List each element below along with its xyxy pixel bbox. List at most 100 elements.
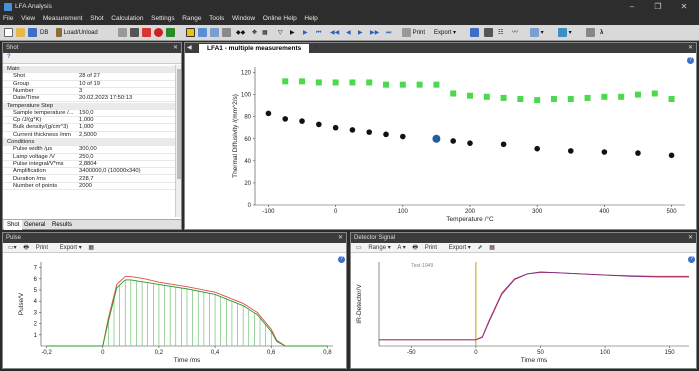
menu-window[interactable]: Window <box>229 14 258 23</box>
range-button[interactable]: ▭ Range ▾ <box>356 245 391 251</box>
export-button[interactable]: Export ▾ <box>434 27 456 39</box>
monitor-icon[interactable] <box>470 27 479 39</box>
property-row: Current thickness /mm 2,5000 <box>3 132 175 139</box>
menu-shot[interactable]: Shot <box>87 14 106 23</box>
highlight-icon[interactable] <box>186 27 195 39</box>
close-icon[interactable]: ✕ <box>688 44 693 51</box>
film-icon[interactable] <box>484 27 493 39</box>
grid-icon[interactable]: ▦ <box>262 27 268 39</box>
load-unload-label: Load/Unload <box>63 30 98 36</box>
chevron-left-icon[interactable]: ◀ <box>187 44 192 51</box>
first-icon[interactable]: ⏮ <box>316 27 321 39</box>
print-button[interactable]: 🖶 Print <box>23 245 48 251</box>
save-icon[interactable] <box>28 27 37 39</box>
copy-icon[interactable] <box>586 27 595 39</box>
lambda-icon[interactable]: λ <box>600 27 603 39</box>
menu-measurement[interactable]: Measurement <box>40 14 86 23</box>
shot-panel-tabs: Shot General Results <box>3 219 181 230</box>
filter-icon[interactable]: ▽ <box>278 27 283 39</box>
section-main[interactable]: Main <box>3 66 175 74</box>
tab-multiple-measurements[interactable]: LFA1 - multiple measurements <box>199 44 310 53</box>
close-icon[interactable]: ✕ <box>688 233 693 243</box>
play-icon[interactable]: ▶ <box>303 27 308 39</box>
maximize-button[interactable]: ❐ <box>646 1 670 13</box>
detector-panel-title: Detector Signal <box>354 235 396 241</box>
scroll-right-icon[interactable]: ▶ <box>290 27 295 39</box>
print-button[interactable]: Print <box>402 27 425 39</box>
export-button[interactable]: Export ▾ <box>55 245 82 251</box>
forward-icon[interactable]: ▶▶ <box>370 27 379 39</box>
fit-icon[interactable] <box>210 27 219 39</box>
data-point-square <box>601 93 608 100</box>
menu-help[interactable]: Help <box>301 14 320 23</box>
menu-calculation[interactable]: Calculation <box>108 14 146 23</box>
menu-view[interactable]: View <box>18 14 38 23</box>
record-icon[interactable] <box>154 27 163 39</box>
series-line <box>379 272 689 341</box>
x-tick-label: 0,6 <box>267 350 276 356</box>
tune-icon[interactable]: ☷ <box>498 27 503 39</box>
tab-shot[interactable]: Shot <box>4 220 23 230</box>
network-icon[interactable]: ▾ <box>530 27 544 39</box>
menu-file[interactable]: File <box>0 14 16 23</box>
menu-tools[interactable]: Tools <box>206 14 227 23</box>
data-point-circle <box>366 129 373 135</box>
data-point-square <box>500 94 507 101</box>
laser-icon[interactable] <box>166 27 175 39</box>
thermal-diffusivity-chart[interactable]: -100 0 100 200 300 400 500 0 20 40 60 80 100 120 Tempe… <box>185 53 696 229</box>
menu-range[interactable]: Range <box>179 14 204 23</box>
zoom-icon[interactable] <box>222 27 231 39</box>
stop-icon[interactable] <box>142 27 151 39</box>
grid-icon[interactable]: ▦ <box>88 245 94 251</box>
property-row: Date/Time 20.02.2023 17:50:13 <box>3 95 175 103</box>
detector-panel-header: Detector Signal ✕ <box>351 233 696 243</box>
vertical-scrollbar[interactable] <box>175 65 181 217</box>
db-label: DB <box>40 30 49 36</box>
detector-chart[interactable]: -50 0 50 100 150 Time /ms IR-Detector/V Test-10… <box>351 254 696 368</box>
menu-online-help[interactable]: Online Help <box>260 14 300 23</box>
close-window-button[interactable]: ✕ <box>672 1 696 13</box>
print-button[interactable]: 🖶 Print <box>412 245 437 251</box>
property-row: Group 10 of 19 <box>3 81 175 88</box>
help-icon[interactable]: ? <box>7 54 11 60</box>
minimize-button[interactable]: – <box>620 1 644 13</box>
close-icon[interactable]: ✕ <box>173 43 178 53</box>
wave-icon[interactable]: 〰 <box>512 27 518 39</box>
x-tick-label: 0,4 <box>211 350 220 356</box>
settings-icon[interactable] <box>130 27 139 39</box>
range-icon[interactable]: ▭▾ <box>8 245 17 251</box>
menu-settings[interactable]: Settings <box>148 14 178 23</box>
window-title: LFA Analysis <box>15 3 52 10</box>
property-row: Number of points 2000 <box>3 183 175 191</box>
sample-icon[interactable] <box>118 27 127 39</box>
grid-icon[interactable]: ▦ <box>489 245 495 251</box>
scrollbar-thumb[interactable] <box>177 69 181 179</box>
previous-icon[interactable]: ◀ <box>346 27 351 39</box>
data-point-circle <box>432 134 441 143</box>
annotation-label: Test-1049 <box>411 263 433 269</box>
section-conditions[interactable]: Conditions <box>3 139 175 147</box>
last-icon[interactable]: ⏭ <box>386 27 391 39</box>
arrows-vertical-icon[interactable]: ✥ <box>252 27 257 39</box>
next-icon[interactable]: ▶ <box>358 27 363 39</box>
new-icon[interactable] <box>4 27 13 39</box>
data-point-circle <box>635 150 641 156</box>
db-button[interactable]: DB <box>40 27 48 39</box>
chart-icon[interactable]: ⬈ <box>477 245 482 251</box>
data-point-circle <box>265 110 272 117</box>
export-button[interactable]: Export ▾ <box>444 245 471 251</box>
tab-general[interactable]: General <box>21 220 48 230</box>
close-icon[interactable]: ✕ <box>338 233 343 243</box>
rewind-icon[interactable]: ◀◀ <box>330 27 339 39</box>
arrows-horizontal-icon[interactable]: ◆◆ <box>236 27 245 39</box>
tab-results[interactable]: Results <box>49 220 75 230</box>
open-icon[interactable] <box>16 27 25 39</box>
axis-icon[interactable]: A ▾ <box>397 245 405 251</box>
chart-icon[interactable] <box>198 27 207 39</box>
tab-close-icon[interactable]: ✕ <box>313 44 318 51</box>
section-temperature-step[interactable]: Temperature Step <box>3 102 175 110</box>
pulse-chart[interactable]: -0,2 0 0,2 0,4 0,6 0,8 1 2 3 4 5 6 7 Time /ms Pulse/V <box>3 254 346 368</box>
y-tick-label: 4 <box>34 299 38 305</box>
load-unload-button[interactable]: Load/Unload <box>56 27 98 39</box>
link-icon[interactable]: ▾ <box>558 27 572 39</box>
